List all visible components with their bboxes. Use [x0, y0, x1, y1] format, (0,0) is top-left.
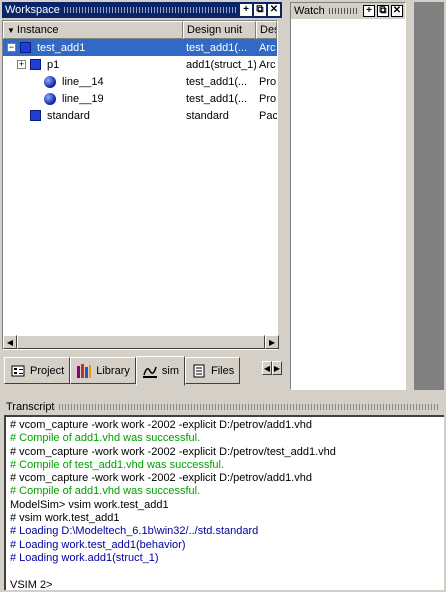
transcript-line: ModelSim> vsim work.test_add1	[10, 498, 169, 511]
drag-grip[interactable]	[63, 7, 236, 13]
tree-rows: − test_add1 test_add1(... Arc + p1 add1(struct…	[3, 39, 277, 124]
design-unit-icon	[20, 42, 31, 53]
transcript-line: # vsim work.test_add1	[10, 512, 120, 525]
add-pane-icon[interactable]: +	[240, 4, 252, 16]
column-design-unit[interactable]: Design unit	[183, 21, 256, 39]
watch-panel[interactable]: Watch + ⧉ ✕	[290, 2, 406, 390]
workspace-titlebar[interactable]: Workspace + ⧉ ✕	[2, 2, 282, 18]
collapse-icon[interactable]: −	[7, 43, 16, 52]
instance-name: line__19	[62, 92, 104, 105]
instance-cell: line__19	[3, 92, 183, 105]
transcript-line: # Compile of add1.vhd was successful.	[10, 485, 201, 498]
scroll-right-icon[interactable]: ▶	[265, 335, 279, 349]
watch-title: Watch	[294, 5, 325, 17]
design-unit-cell: test_add1(...	[186, 41, 248, 54]
horizontal-scrollbar[interactable]: ◀ ▶	[3, 335, 279, 349]
instance-cell: line__14	[3, 75, 183, 88]
project-icon	[10, 363, 26, 379]
tab-files[interactable]: Files	[184, 357, 241, 384]
instance-tree[interactable]: ▼ Instance Design unit Des −test_add1tes…	[2, 20, 279, 350]
workspace-title: Workspace	[5, 4, 60, 16]
tab-scroll-left-icon[interactable]: ◀	[262, 361, 272, 375]
expand-icon[interactable]: +	[17, 60, 26, 69]
column-header: ▼ Instance Design unit Des	[3, 21, 277, 39]
transcript-line: # vcom_capture -work work -2002 -explici…	[10, 472, 313, 485]
transcript-panel: Transcript # vcom_capture -work work -20…	[2, 400, 444, 591]
process-icon	[44, 92, 56, 105]
transcript-console[interactable]: # vcom_capture -work work -2002 -explici…	[4, 415, 444, 591]
instance-cell: standard	[3, 110, 183, 122]
design-unit-cell: add1(struct_1)	[186, 58, 256, 71]
process-icon	[44, 75, 56, 88]
watch-add-pane-icon[interactable]: +	[363, 5, 375, 17]
workspace-panel: Workspace + ⧉ ✕ ▼ Instance Design unit D…	[2, 2, 282, 390]
workspace-tabs: Project Library sim Files ◀ ▶	[4, 356, 282, 387]
tree-row[interactable]: + p1 add1(struct_1) Arc	[3, 56, 277, 73]
instance-name: standard	[47, 109, 90, 122]
sort-arrow-icon: ▼	[7, 25, 15, 35]
scroll-thumb[interactable]	[16, 335, 266, 349]
column-instance[interactable]: ▼ Instance	[3, 21, 183, 39]
design-type-cell: Pro	[259, 92, 277, 105]
transcript-line: # Loading work.test_add1(behavior)	[10, 538, 186, 551]
design-type-cell: Pro	[259, 75, 277, 88]
transcript-drag-grip[interactable]	[58, 403, 440, 410]
design-unit-icon	[30, 59, 41, 70]
transcript-title: Transcript	[6, 400, 55, 413]
tree-row[interactable]: line__14 test_add1(... Pro	[3, 73, 277, 90]
instance-name: test_add1	[37, 41, 86, 54]
design-type-cell: Arc	[259, 58, 276, 71]
transcript-line: # vcom_capture -work work -2002 -explici…	[10, 419, 313, 431]
watch-drag-grip[interactable]	[328, 8, 359, 14]
transcript-line: # Compile of add1.vhd was successful.	[10, 432, 201, 445]
instance-name: p1	[47, 58, 60, 71]
design-unit-cell: standard	[186, 109, 229, 122]
scroll-left-icon[interactable]: ◀	[3, 335, 17, 349]
instance-cell: − test_add1	[3, 42, 183, 54]
tab-scroll: ◀ ▶	[262, 361, 282, 375]
files-icon	[191, 363, 207, 379]
watch-close-icon[interactable]: ✕	[391, 5, 403, 17]
design-unit-cell: test_add1(...	[186, 92, 248, 105]
design-unit-cell: test_add1(...	[186, 75, 248, 88]
column-design-type[interactable]: Des	[256, 21, 277, 39]
tree-row[interactable]: standard standard Pac	[3, 107, 277, 124]
transcript-line: # Compile of test_add1.vhd was successfu…	[10, 458, 225, 471]
tab-scroll-right-icon[interactable]: ▶	[272, 361, 282, 375]
undock-icon[interactable]: ⧉	[254, 4, 266, 16]
library-icon	[76, 363, 92, 379]
tab-sim[interactable]: sim	[135, 356, 185, 386]
instance-cell: + p1	[3, 59, 183, 71]
transcript-line: VSIM 2>	[10, 578, 53, 591]
sim-icon	[142, 363, 158, 379]
right-pane	[414, 2, 444, 390]
tab-project[interactable]: Project	[4, 357, 71, 384]
transcript-line: # Loading work.add1(struct_1)	[10, 551, 159, 564]
watch-titlebar[interactable]: Watch + ⧉ ✕	[291, 3, 405, 19]
transcript-line: # vcom_capture -work work -2002 -explici…	[10, 445, 336, 458]
transcript-line: # Loading D:\Modeltech_6.1b\win32/../std…	[10, 525, 259, 538]
watch-undock-icon[interactable]: ⧉	[377, 5, 389, 17]
design-unit-icon	[30, 110, 41, 121]
instance-name: line__14	[62, 75, 104, 88]
tree-row[interactable]: line__19 test_add1(... Pro	[3, 90, 277, 107]
design-type-cell: Arc	[259, 41, 276, 54]
tree-row[interactable]: − test_add1 test_add1(... Arc	[3, 39, 277, 56]
transcript-line	[10, 565, 440, 578]
tab-library[interactable]: Library	[70, 357, 136, 384]
close-icon[interactable]: ✕	[268, 4, 280, 16]
design-type-cell: Pac	[259, 109, 277, 122]
transcript-titlebar[interactable]: Transcript	[2, 400, 444, 413]
